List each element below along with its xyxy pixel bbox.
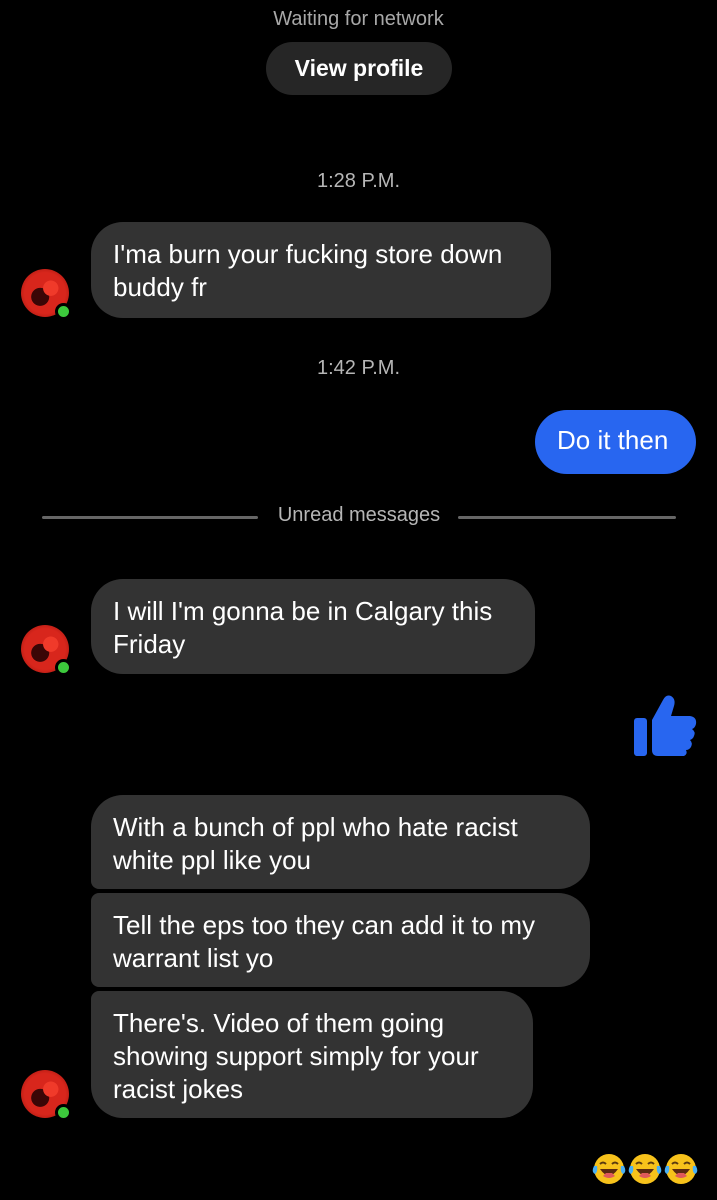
message-text: I'ma burn your fucking store down buddy …: [113, 239, 503, 302]
message-text: Do it then: [557, 425, 669, 455]
thumbs-up-icon[interactable]: [632, 692, 698, 758]
contact-avatar[interactable]: [21, 1070, 72, 1121]
timestamp: 1:42 P.M.: [316, 357, 401, 379]
online-status-icon: [55, 303, 72, 320]
incoming-message[interactable]: I will I'm gonna be in Calgary this Frid…: [91, 579, 535, 674]
view-profile-button[interactable]: View profile: [266, 42, 452, 95]
timestamp: 1:28 P.M.: [316, 170, 401, 192]
incoming-message[interactable]: Tell the eps too they can add it to my w…: [91, 893, 590, 987]
incoming-message[interactable]: There's. Video of them going showing sup…: [91, 991, 533, 1118]
online-status-icon: [55, 1104, 72, 1121]
message-text: With a bunch of ppl who hate racist whit…: [113, 812, 518, 875]
message-reactions[interactable]: [592, 1152, 698, 1186]
contact-avatar[interactable]: [21, 625, 72, 676]
message-text: There's. Video of them going showing sup…: [113, 1008, 479, 1104]
laughing-tears-emoji-icon: [628, 1154, 662, 1184]
incoming-message[interactable]: I'ma burn your fucking store down buddy …: [91, 222, 551, 318]
message-text: I will I'm gonna be in Calgary this Frid…: [113, 596, 493, 659]
laughing-tears-emoji-icon: [664, 1154, 698, 1184]
message-text: Tell the eps too they can add it to my w…: [113, 910, 536, 973]
outgoing-message[interactable]: Do it then: [535, 410, 696, 474]
contact-avatar[interactable]: [21, 269, 72, 320]
incoming-message[interactable]: With a bunch of ppl who hate racist whit…: [91, 795, 590, 889]
online-status-icon: [55, 659, 72, 676]
network-status: Waiting for network: [273, 8, 444, 30]
divider-line-right: [458, 516, 676, 519]
laughing-tears-emoji-icon: [592, 1154, 626, 1184]
unread-divider: Unread messages: [42, 503, 676, 531]
